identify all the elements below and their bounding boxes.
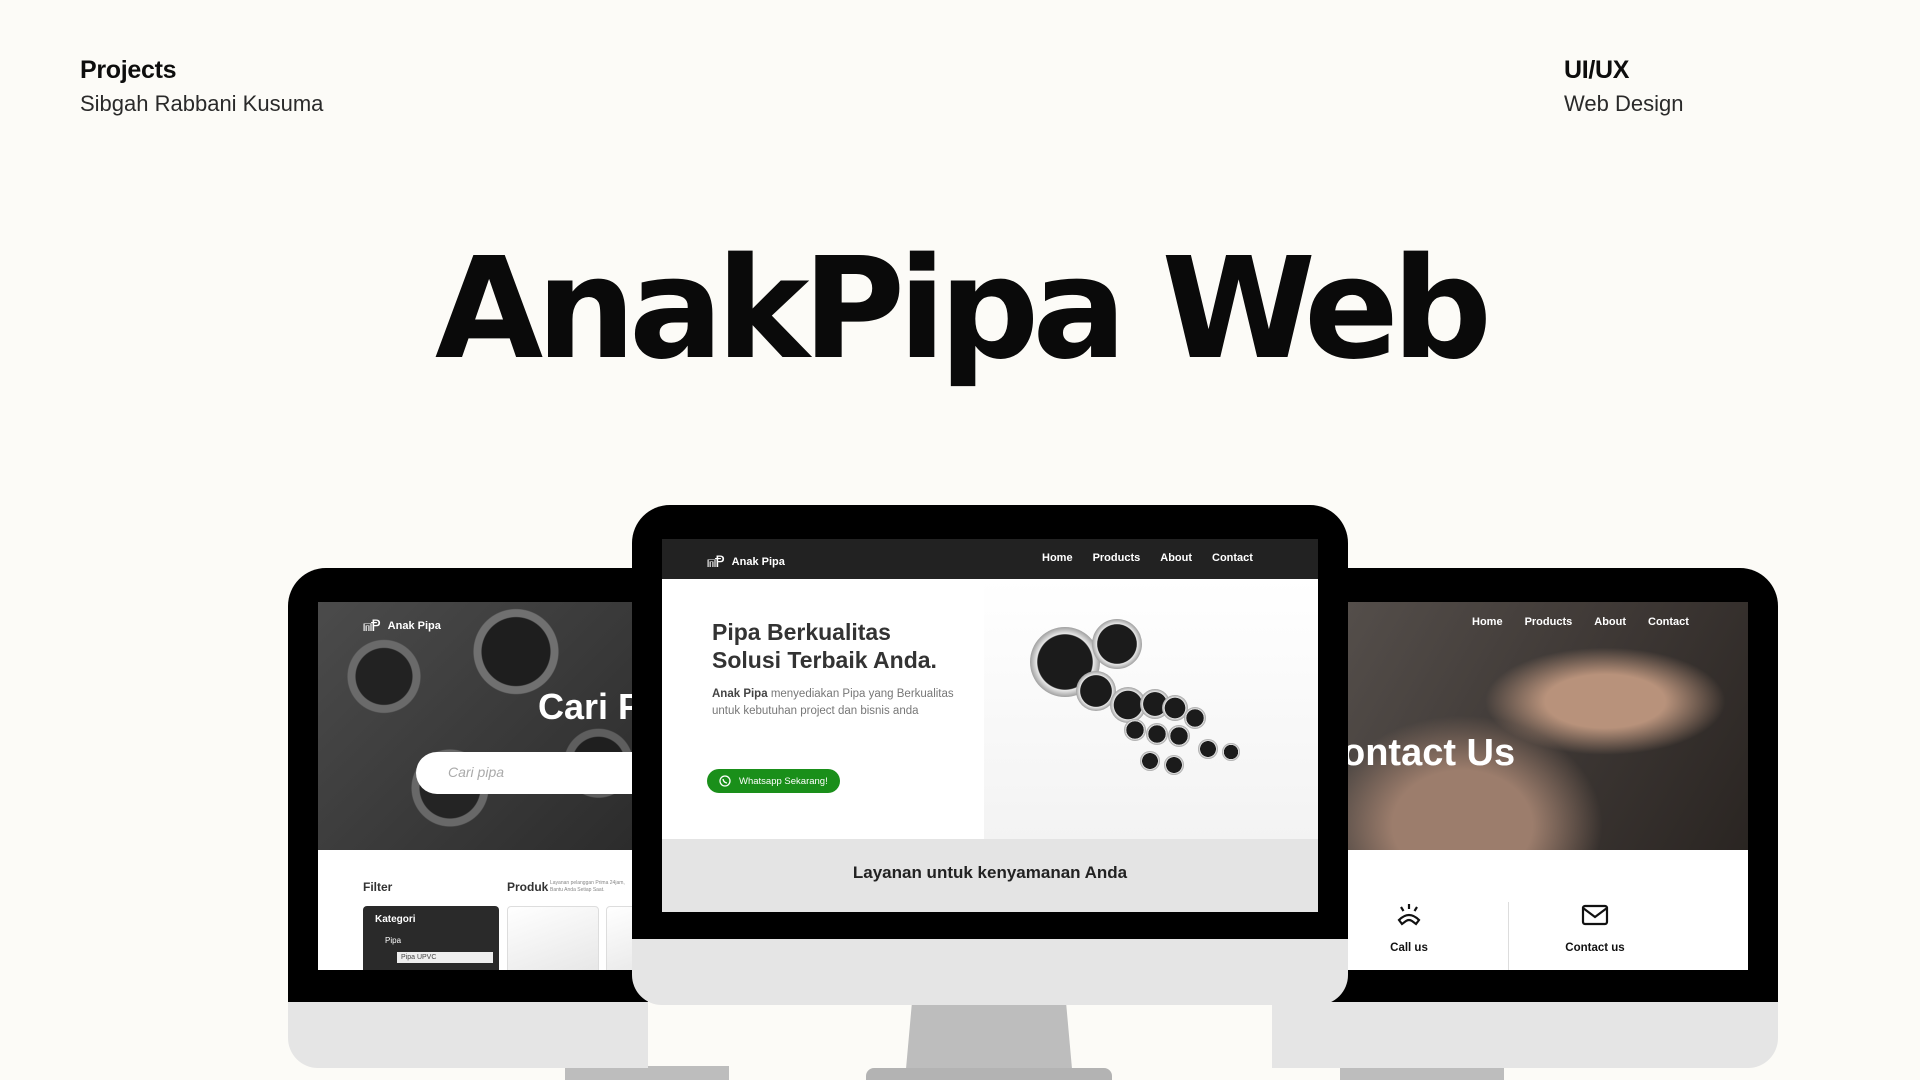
left-filter-label: Filter (363, 880, 393, 894)
whatsapp-button-label: Whatsapp Sekarang! (739, 775, 828, 787)
center-brand-name: Anak Pipa (731, 556, 785, 568)
category-label: UI/UX (1564, 56, 1630, 84)
phone-icon (1397, 904, 1421, 926)
hero-title-line1: Pipa Berkualitas (712, 619, 891, 645)
nav-about[interactable]: About (1594, 616, 1626, 628)
left-search-placeholder: Cari pipa (448, 764, 505, 780)
whatsapp-button[interactable]: Whatsapp Sekarang! (707, 769, 840, 793)
author-name: Sibgah Rabbani Kusuma (80, 91, 324, 116)
center-monitor: ⩎Ᵽ Anak Pipa Home Products About Contact… (632, 505, 1348, 1080)
call-us-card[interactable]: Call us (1332, 902, 1486, 970)
hero-title-line2: Solusi Terbaik Anda. (712, 646, 937, 673)
np-logo-icon: ⩎Ᵽ (707, 552, 725, 571)
nav-products[interactable]: Products (1093, 552, 1141, 564)
center-navbar: ⩎Ᵽ Anak Pipa Home Products About Contact (662, 539, 1318, 579)
nav-home[interactable]: Home (1042, 552, 1073, 564)
contact-us-card[interactable]: Contact us (1518, 902, 1672, 970)
center-brand[interactable]: ⩎Ᵽ Anak Pipa (707, 552, 785, 572)
left-kategori-panel[interactable]: Kategori Pipa Pipa UPVC (363, 906, 499, 970)
left-product-card[interactable] (507, 906, 599, 970)
projects-label: Projects (80, 56, 177, 84)
header-right: UI/UX Web Design (1564, 56, 1683, 117)
left-hero: ⩎Ᵽ Anak Pipa Cari P Cari pipa (318, 602, 648, 850)
call-us-label: Call us (1390, 942, 1428, 954)
services-heading: Layanan untuk kenyamanan Anda (852, 863, 1128, 882)
left-produk-note: Layanan pelanggan Prima 24jam, Bantu And… (550, 880, 625, 893)
contact-us-label: Contact us (1565, 942, 1625, 954)
center-nav: Home Products About Contact (1042, 552, 1253, 564)
contact-divider (1508, 902, 1509, 970)
nav-products[interactable]: Products (1525, 616, 1573, 628)
center-hero-text: Pipa Berkualitas Solusi Terbaik Anda. An… (712, 619, 982, 720)
left-search-input[interactable]: Cari pipa (416, 752, 648, 794)
hero-description: Anak Pipa menyediakan Pipa yang Berkuali… (712, 686, 982, 719)
nav-contact[interactable]: Contact (1648, 616, 1689, 628)
mail-icon (1581, 904, 1609, 926)
whatsapp-icon (719, 775, 731, 787)
project-title: AnakPipa Web (434, 228, 1492, 391)
left-kategori-label: Kategori (375, 914, 416, 925)
np-logo-icon: ⩎Ᵽ (363, 616, 381, 635)
center-screen: ⩎Ᵽ Anak Pipa Home Products About Contact… (662, 539, 1318, 912)
center-chin (632, 939, 1348, 1005)
nav-about[interactable]: About (1160, 552, 1192, 564)
left-brand-name: Anak Pipa (387, 620, 441, 632)
left-kategori-sub[interactable]: Pipa UPVC (397, 952, 493, 963)
left-brand[interactable]: ⩎Ᵽ Anak Pipa (363, 616, 441, 636)
header-left: Projects Sibgah Rabbani Kusuma (80, 56, 323, 117)
nav-contact[interactable]: Contact (1212, 552, 1253, 564)
left-produk-label: Produk (507, 880, 549, 894)
category-subtitle: Web Design (1564, 91, 1684, 116)
right-hero-title: ontact Us (1342, 732, 1516, 774)
left-hero-title: Cari P (538, 686, 643, 727)
left-chin (288, 1002, 648, 1068)
left-screen: ⩎Ᵽ Anak Pipa Cari P Cari pipa Filter Pro… (318, 602, 648, 970)
pipes-image (984, 579, 1318, 839)
services-band: Layanan untuk kenyamanan Anda (662, 839, 1318, 912)
left-kategori-item[interactable]: Pipa (385, 936, 401, 945)
nav-home[interactable]: Home (1472, 616, 1503, 628)
left-monitor: ⩎Ᵽ Anak Pipa Cari P Cari pipa Filter Pro… (288, 568, 648, 1080)
hero-desc-brand: Anak Pipa (712, 688, 768, 701)
right-nav: Home Products About Contact (1472, 616, 1689, 628)
